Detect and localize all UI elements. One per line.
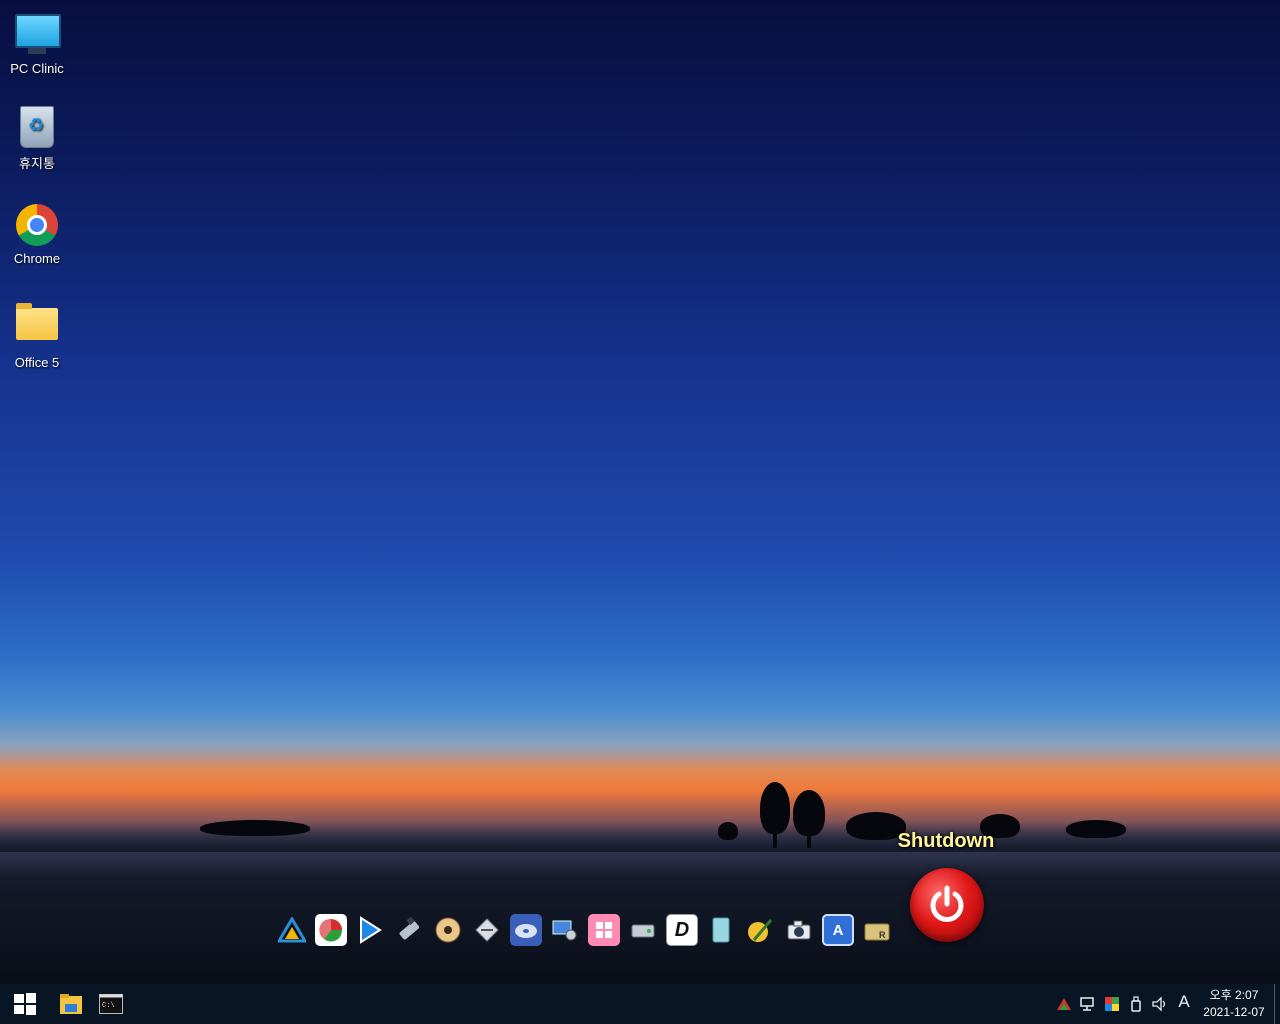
pie-chart-app-icon[interactable] xyxy=(315,914,347,946)
color-palette-icon[interactable] xyxy=(1104,996,1120,1012)
tree-silhouette xyxy=(760,782,790,834)
windows-tiles-icon[interactable] xyxy=(588,914,620,946)
desktop-icon-label: 휴지통 xyxy=(19,156,55,171)
network-icon[interactable] xyxy=(1080,996,1096,1012)
triangle-app-icon[interactable] xyxy=(276,914,308,946)
recycle-bin-icon xyxy=(15,106,59,150)
tree-silhouette xyxy=(200,820,310,836)
shutdown-label: Shutdown xyxy=(897,830,995,852)
usb-drive-icon[interactable] xyxy=(393,914,425,946)
tree-trunk xyxy=(807,832,811,848)
volume-icon[interactable] xyxy=(1152,996,1168,1012)
notepad-icon[interactable] xyxy=(705,914,737,946)
svg-text:R: R xyxy=(879,930,886,940)
desktop-icon-label: Office 5 xyxy=(14,355,60,370)
tree-silhouette xyxy=(793,790,825,836)
clock-time: 오후 2:07 xyxy=(1209,988,1259,1002)
color-picker-icon[interactable] xyxy=(744,914,776,946)
hard-drive-icon[interactable] xyxy=(627,914,659,946)
disk-image-icon[interactable] xyxy=(510,914,542,946)
screenshot-camera-icon[interactable] xyxy=(783,914,815,946)
desktop-icon-chrome[interactable]: Chrome xyxy=(4,204,70,266)
power-icon xyxy=(930,885,964,922)
tree-trunk xyxy=(773,830,777,848)
a-letter-app-icon[interactable]: A xyxy=(822,914,854,946)
desktop-wallpaper xyxy=(0,0,1280,984)
command-prompt-icon: C:\ xyxy=(99,994,123,1014)
d-letter-app-icon[interactable]: D xyxy=(666,914,698,946)
monitor-icon xyxy=(15,14,61,58)
desktop-icon-recycle-bin[interactable]: 휴지통 xyxy=(4,106,70,172)
disc-icon[interactable] xyxy=(432,914,464,946)
folder-icon xyxy=(15,303,59,352)
folder-r-icon[interactable]: R xyxy=(861,914,893,946)
ime-indicator[interactable]: A xyxy=(1175,993,1193,1010)
desktop-icon-label: PC Clinic xyxy=(10,61,64,76)
desktop-icon-label: Chrome xyxy=(13,251,61,266)
chrome-icon xyxy=(15,204,59,248)
start-button[interactable] xyxy=(2,984,48,1024)
tray-app-icon[interactable] xyxy=(1056,996,1072,1012)
taskbar: C:\ A 오후 2:07 2021-12-07 xyxy=(0,984,1280,1024)
show-desktop-button[interactable] xyxy=(1274,984,1280,1024)
desktop-icon-pc-clinic[interactable]: PC Clinic xyxy=(4,10,70,76)
file-explorer-icon xyxy=(60,994,82,1014)
windows-logo-icon xyxy=(14,993,36,1015)
svg-text:C:\: C:\ xyxy=(102,1002,115,1010)
shutdown-button[interactable] xyxy=(910,868,984,942)
usb-eject-icon[interactable] xyxy=(1128,996,1144,1012)
desktop-icon-office-5[interactable]: Office 5 xyxy=(4,302,70,370)
tree-silhouette xyxy=(1066,820,1126,838)
command-prompt-button[interactable]: C:\ xyxy=(88,984,134,1024)
clock-date: 2021-12-07 xyxy=(1203,1005,1265,1019)
taskbar-clock[interactable]: 오후 2:07 2021-12-07 xyxy=(1198,987,1270,1021)
tree-silhouette xyxy=(718,822,738,840)
play-icon[interactable] xyxy=(354,914,386,946)
computer-settings-icon[interactable] xyxy=(549,914,581,946)
diamond-tool-icon[interactable] xyxy=(471,914,503,946)
